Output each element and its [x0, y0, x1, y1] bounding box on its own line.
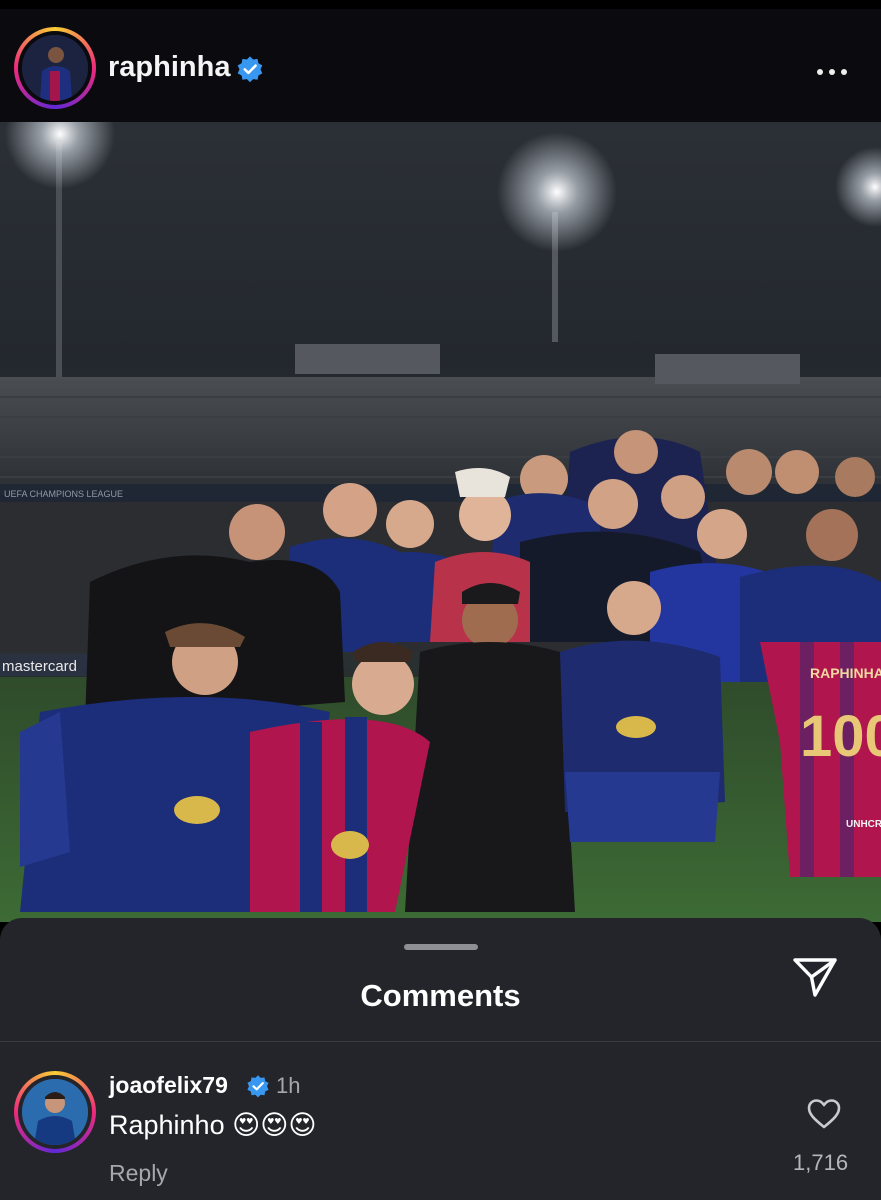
comment-username[interactable]: joaofelix79 — [109, 1072, 228, 1099]
more-options-icon[interactable] — [817, 62, 853, 75]
svg-text:RAPHINHA: RAPHINHA — [810, 665, 881, 681]
commenter-avatar[interactable] — [14, 1071, 96, 1153]
svg-text:UNHCR ACNUR: UNHCR ACNUR — [846, 819, 881, 830]
sheet-drag-handle[interactable] — [404, 944, 478, 950]
comment-like-count: 1,716 — [793, 1150, 849, 1175]
team-photo-illustration: UEFA CHAMPIONS LEAGUE mastercard RAPHINH… — [0, 122, 881, 922]
comments-sheet: Comments — [0, 918, 881, 1200]
sheet-divider — [0, 1041, 881, 1042]
verified-badge-icon — [237, 56, 263, 83]
author-username[interactable]: raphinha — [108, 51, 230, 84]
heart-icon[interactable] — [806, 1098, 842, 1130]
post-header: raphinha — [0, 0, 881, 122]
author-avatar-image — [22, 35, 88, 101]
stadium-board-text: UEFA CHAMPIONS LEAGUE — [4, 489, 123, 499]
comment-timestamp: 1h — [276, 1073, 301, 1098]
commenter-avatar-image — [22, 1079, 88, 1145]
send-icon[interactable] — [792, 956, 838, 998]
author-avatar[interactable] — [14, 27, 96, 109]
comment-text: Raphinho 😍😍😍 — [109, 1110, 317, 1140]
reply-button[interactable]: Reply — [109, 1160, 168, 1187]
post-photo[interactable]: UEFA CHAMPIONS LEAGUE mastercard RAPHINH… — [0, 122, 881, 922]
verified-badge-icon — [247, 1075, 269, 1098]
comments-title: Comments — [360, 978, 521, 1013]
ad-board-text: mastercard — [2, 658, 77, 675]
svg-text:100: 100 — [800, 704, 881, 769]
